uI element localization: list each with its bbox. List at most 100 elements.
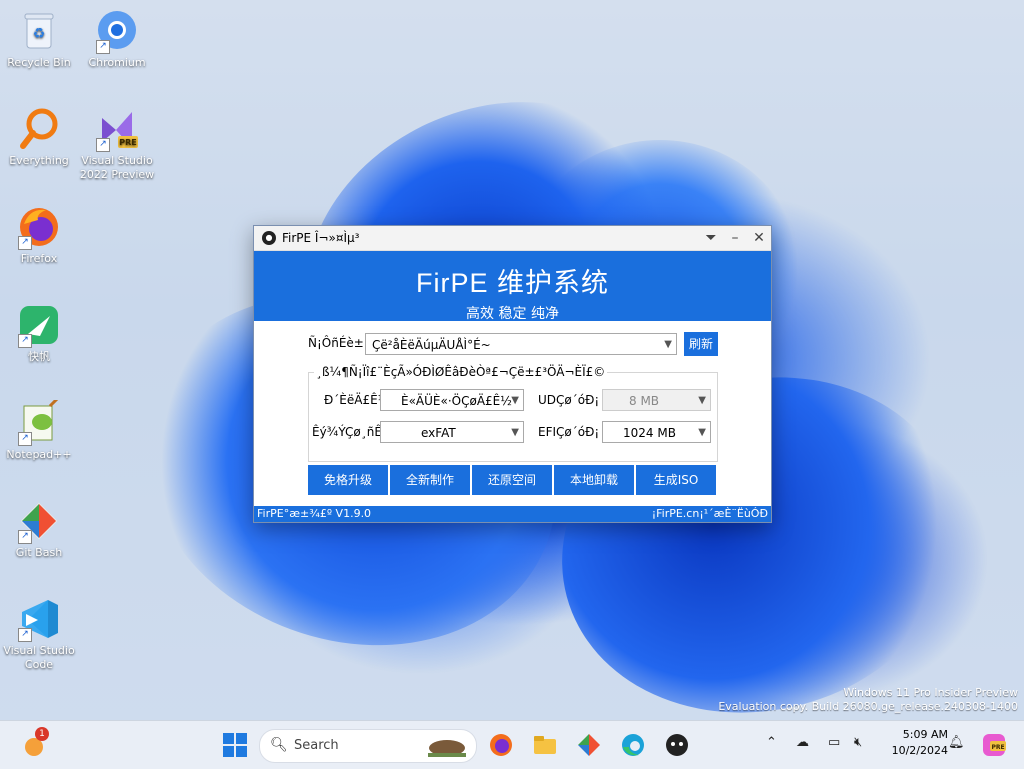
desktop-icon-label: Everything [9, 154, 69, 167]
window-title: FirPE Î¬»¤Ìµ³ [282, 231, 360, 245]
device-select[interactable]: Çë²åÈëÄúµÄUÅÌ°É~ ▼ [365, 333, 677, 355]
clock-date: 10/2/2024 [891, 744, 948, 757]
desktop-icon-label: Visual Studio Code [3, 644, 75, 671]
status-version: FirPE°æ±¾£º V1.9.0 [257, 507, 372, 520]
git-taskbar-icon[interactable] [575, 731, 603, 759]
watermark-edition: Windows 11 Pro Insider Preview [843, 686, 1018, 699]
shortcut-arrow-icon: ↗ [18, 530, 32, 544]
desktop-icon-recycle-bin[interactable]: ♻ Recycle Bin [1, 8, 77, 70]
udc-size-select[interactable]: 8 MB ▼ [602, 389, 711, 411]
shortcut-arrow-icon: ↗ [96, 138, 110, 152]
advanced-options-title: ¸ß¼¶Ñ¡Ïî£¨ÈçÃ»ÓÐÌØÊâÐèÒª£¬Çë±£³ÖÄ¬ÈÏ£© [314, 365, 608, 379]
fs-select[interactable]: exFAT ▼ [380, 421, 524, 443]
desktop-icon-everything[interactable]: Everything [1, 106, 77, 168]
desktop-icon-chromium[interactable]: ↗ Chromium [79, 8, 155, 70]
write-mode-value: È«ÄÜÈ«·ÖÇøÄ£Ê½ [401, 394, 512, 408]
shortcut-arrow-icon: ↗ [18, 334, 32, 348]
copilot-icon[interactable]: PRE [980, 731, 1008, 759]
volume-muted-icon[interactable]: 🔇︎ [854, 735, 862, 750]
udc-size-label: UDÇø´óÐ¡ [538, 393, 600, 407]
chromium-icon: ↗ [94, 8, 140, 54]
svg-text:♻: ♻ [33, 26, 46, 42]
firpe-window: ● FirPE Î¬»¤Ìµ³ ⏷ – ✕ FirPE 维护系统 高效 稳定 纯… [253, 225, 772, 523]
status-copyright[interactable]: ¡FirPE.cn¡¹´æÈ¨ËùÓÐ [652, 506, 768, 522]
kuaifan-app-icon: ↗ [16, 302, 62, 348]
notification-bell-icon[interactable]: 🔔︎ [948, 735, 965, 750]
windows-watermark: Windows 11 Pro Insider Preview Evaluatio… [718, 686, 1018, 714]
udc-size-value: 8 MB [629, 394, 660, 408]
firpe-taskbar-icon[interactable] [663, 731, 691, 759]
display-icon[interactable]: ▭ [828, 735, 840, 750]
local-uninstall-button[interactable]: 本地卸载 [554, 465, 634, 495]
chevron-down-icon: ▼ [511, 395, 519, 406]
desktop-icon-label: Git Bash [15, 546, 63, 559]
notepad-plus-plus-icon: ↗ [16, 396, 62, 446]
file-explorer-icon[interactable] [531, 731, 559, 759]
svg-text:PRE: PRE [119, 138, 137, 147]
firpe-banner: FirPE 维护系统 高效 稳定 纯净 [254, 251, 771, 322]
upgrade-without-format-button[interactable]: 免格升级 [308, 465, 388, 495]
git-bash-icon: ↗ [16, 498, 62, 544]
chevron-down-icon: ▼ [698, 395, 706, 406]
advanced-options-group [308, 372, 718, 462]
desktop-icon-label: 快帆 [28, 350, 50, 363]
firpe-app-icon: ● [262, 231, 276, 245]
close-button[interactable]: ✕ [747, 226, 771, 250]
write-mode-select[interactable]: È«ÄÜÈ«·ÖÇøÄ£Ê½ ▼ [380, 389, 524, 411]
search-icon: 🔍︎ [270, 737, 288, 753]
shortcut-arrow-icon: ↗ [18, 236, 32, 250]
desktop-icon-label: Firefox [20, 252, 58, 265]
shortcut-arrow-icon: ↗ [96, 40, 110, 54]
vscode-icon: ↗ [16, 596, 62, 642]
restore-space-button[interactable]: 还原空间 [472, 465, 552, 495]
desktop-icon-label: Recycle Bin [7, 56, 71, 69]
search-placeholder: Search [294, 738, 339, 753]
fs-value: exFAT [421, 426, 456, 440]
desktop-icon-notepad-plus-plus[interactable]: ↗ Notepad++ [1, 396, 77, 462]
chevron-down-icon: ▼ [664, 339, 672, 350]
recycle-bin-icon: ♻ [16, 8, 62, 54]
visual-studio-icon: PRE ↗ [94, 106, 140, 152]
watermark-build: Evaluation copy. Build 26080.ge_release.… [718, 700, 1018, 713]
efi-size-value: 1024 MB [623, 426, 676, 440]
taskbar-clock[interactable]: 5:09 AM 10/2/2024 [892, 727, 948, 759]
edge-icon[interactable] [619, 731, 647, 759]
shortcut-arrow-icon: ↗ [18, 432, 32, 446]
desktop-icon-label: Visual Studio 2022 Preview [79, 154, 155, 181]
clock-time: 5:09 AM [902, 728, 948, 741]
desktop-icon-vscode[interactable]: ↗ Visual Studio Code [1, 596, 77, 672]
status-bar: FirPE°æ±¾£º V1.9.0 ¡FirPE.cn¡¹´æÈ¨ËùÓÐ [254, 506, 771, 522]
menu-icon[interactable]: ⏷ [699, 226, 723, 250]
chevron-up-icon[interactable]: ⌃ [766, 735, 777, 750]
taskbar-search-box[interactable]: 🔍︎ Search [259, 729, 477, 763]
generate-iso-button[interactable]: 生成ISO [636, 465, 716, 495]
banner-title: FirPE 维护系统 [415, 268, 609, 298]
svg-text:PRE: PRE [991, 744, 1004, 751]
start-button[interactable] [221, 731, 249, 759]
desktop-icon-git-bash[interactable]: ↗ Git Bash [1, 498, 77, 560]
taskbar: 1 🔍︎ Search ⌃ ☁︎ ▭ 🔇︎ 5:09 AM 10/2/2024 … [0, 720, 1024, 769]
efi-size-select[interactable]: 1024 MB ▼ [602, 421, 711, 443]
minimize-button[interactable]: – [723, 226, 747, 250]
desktop-icon-visual-studio[interactable]: PRE ↗ Visual Studio 2022 Preview [79, 106, 155, 182]
device-select-value: Çë²åÈëÄúµÄUÅÌ°É~ [372, 338, 491, 352]
firefox-taskbar-icon[interactable] [487, 731, 515, 759]
window-titlebar[interactable]: ● FirPE Î¬»¤Ìµ³ ⏷ – ✕ [254, 226, 771, 251]
shortcut-arrow-icon: ↗ [18, 628, 32, 642]
search-highlight-icon [428, 740, 466, 757]
efi-size-label: EFIÇø´óÐ¡ [538, 425, 600, 439]
everything-search-icon [16, 106, 62, 152]
chevron-down-icon: ▼ [511, 427, 519, 438]
desktop-icon-firefox[interactable]: ↗ Firefox [1, 204, 77, 266]
desktop-icon-label: Notepad++ [6, 448, 72, 461]
firefox-icon: ↗ [16, 204, 62, 250]
notification-count-badge: 1 [35, 727, 49, 741]
chevron-down-icon: ▼ [698, 427, 706, 438]
device-label: Ñ¡ÔñÉè±¸ [308, 336, 370, 350]
desktop-icon-kuaifan[interactable]: ↗ 快帆 [1, 302, 77, 364]
network-off-icon[interactable]: ☁︎ [796, 735, 809, 750]
widgets-icon[interactable]: 1 [22, 727, 50, 759]
banner-subtitle: 高效 稳定 纯净 [466, 306, 559, 322]
new-install-button[interactable]: 全新制作 [390, 465, 470, 495]
refresh-button[interactable]: 刷新 [684, 332, 718, 356]
